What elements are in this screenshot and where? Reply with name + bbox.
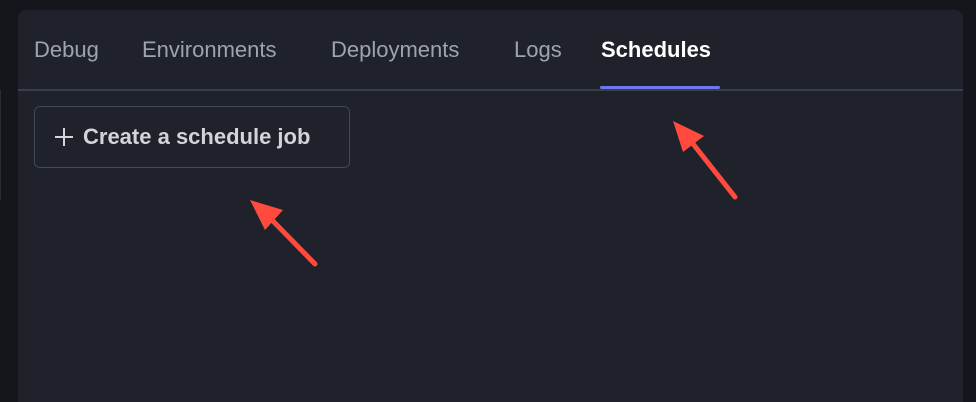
- active-tab-indicator: [600, 86, 720, 89]
- create-schedule-job-button[interactable]: Create a schedule job: [34, 106, 350, 168]
- tab-environments[interactable]: Environments: [142, 37, 277, 63]
- left-gutter: [0, 0, 18, 402]
- plus-icon: [53, 126, 75, 148]
- gutter-edge: [0, 90, 1, 200]
- create-schedule-job-label: Create a schedule job: [83, 124, 311, 149]
- tab-schedules[interactable]: Schedules: [601, 37, 711, 63]
- bottom-panel: Debug Environments Deployments Logs Sche…: [18, 10, 963, 402]
- tab-bar: Debug Environments Deployments Logs Sche…: [18, 10, 963, 91]
- tab-debug[interactable]: Debug: [34, 37, 99, 63]
- tab-logs[interactable]: Logs: [514, 37, 562, 63]
- tab-deployments[interactable]: Deployments: [331, 37, 459, 63]
